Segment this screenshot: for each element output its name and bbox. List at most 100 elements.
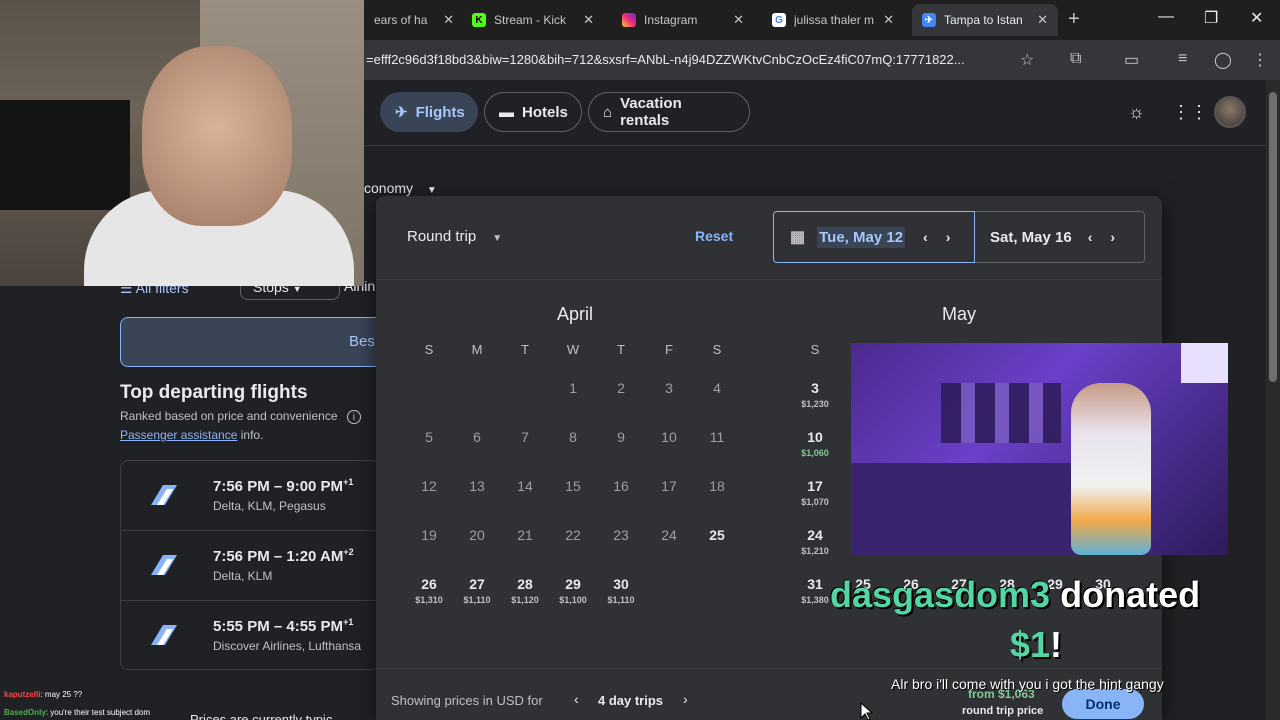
passenger-assistance-link[interactable]: Passenger assistance [120,428,237,442]
nav-hotels[interactable]: ▬ Hotels [484,92,582,132]
close-icon[interactable]: ✕ [883,12,894,28]
trip-length: 4 day trips [598,693,664,708]
calendar-day[interactable]: 1 [551,380,595,396]
close-icon[interactable]: ✕ [583,12,594,28]
calendar-day[interactable]: 28 $1,120 [503,576,547,605]
calendar-day[interactable]: 15 [551,478,595,494]
chevron-left-icon[interactable]: ‹ [574,691,579,707]
maximize-icon[interactable]: ❐ [1204,8,1218,28]
calendar-day[interactable]: 14 [503,478,547,494]
calendar-day[interactable]: 11 [695,429,739,445]
new-tab-icon[interactable]: + [1068,8,1080,31]
minimize-icon[interactable]: — [1158,8,1174,26]
day-number: 18 [709,478,725,494]
close-icon[interactable]: ✕ [733,12,744,28]
page-scrollbar[interactable] [1266,80,1280,720]
calendar-day[interactable]: 3 $1,230 [793,380,837,409]
calendar-day[interactable]: 24 $1,210 [793,527,837,556]
chevron-left-icon[interactable]: ‹ [923,229,928,245]
nav-flights[interactable]: ✈ Flights [380,92,478,132]
calendar-day[interactable]: 3 [647,380,691,396]
donation-amount: $1! [1010,624,1062,666]
calendar-day[interactable]: 19 [407,527,451,543]
browser-tab[interactable]: K Stream - Kick ✕ [462,6,604,34]
trip-type-select[interactable]: Round trip ▼ [407,228,502,245]
chevron-right-icon[interactable]: › [683,691,688,707]
departure-date-field[interactable]: ▦ Tue, May 12 ‹ › [773,211,975,263]
calendar-day[interactable]: 24 [647,527,691,543]
calendar-day[interactable]: 29 $1,100 [551,576,595,605]
day-number: 23 [613,527,629,543]
nav-vacation-rentals[interactable]: ⌂ Vacation rentals [588,92,750,132]
calendar-day[interactable]: 4 [695,380,739,396]
close-icon[interactable]: ✕ [1037,12,1048,28]
calendar-day[interactable]: 18 [695,478,739,494]
calendar-day[interactable]: 20 [455,527,499,543]
theme-toggle-icon[interactable]: ☼ [1128,102,1145,123]
cast-icon[interactable]: ▭ [1124,50,1139,70]
day-price: $1,110 [463,595,491,605]
calendar-day[interactable]: 21 [503,527,547,543]
calendar-day[interactable]: 12 [407,478,451,494]
day-number: 24 [661,527,677,543]
avatar[interactable] [1214,96,1246,128]
scrollbar-thumb[interactable] [1269,92,1277,382]
browser-tab[interactable]: G julissa thaler m ✕ [762,6,904,34]
chat-message: kaputzelli: may 25 ?? [4,690,82,699]
calendar-day[interactable]: 17 $1,070 [793,478,837,507]
donation-bang: ! [1050,624,1063,665]
calendar-day[interactable]: 16 [599,478,643,494]
ranked-note: Ranked based on price and convenience i [120,409,361,424]
apps-grid-icon[interactable]: ⋮⋮ [1172,102,1208,123]
calendar-day[interactable]: 23 [599,527,643,543]
calendar-day[interactable]: 2 [599,380,643,396]
chevron-left-icon[interactable]: ‹ [1088,229,1093,245]
reset-button[interactable]: Reset [695,228,733,244]
stream-chat: kaputzelli: may 25 ?? BasedOnly: you're … [0,688,376,720]
chevron-right-icon[interactable]: › [946,229,951,245]
media-icon[interactable]: ≡ [1178,50,1187,68]
calendar-day[interactable]: 17 [647,478,691,494]
return-date-field[interactable]: Sat, May 16 ‹ › [975,211,1145,263]
close-icon[interactable]: ✕ [443,12,454,28]
browser-tab[interactable]: Instagram ✕ [612,6,754,34]
calendar-day[interactable]: 13 [455,478,499,494]
calendar-day[interactable]: 22 [551,527,595,543]
nav-label: Hotels [522,103,568,121]
browser-tab[interactable]: ears of ha ✕ [364,6,464,34]
window-close-icon[interactable]: ✕ [1250,8,1263,28]
extensions-icon[interactable]: ⧉ [1070,50,1081,68]
flight-row[interactable]: 5:55 PM – 4:55 PM+1 Discover Airlines, L… [121,601,381,671]
cabin-class-select[interactable]: conomy ▼ [364,180,437,196]
calendar-day[interactable]: 6 [455,429,499,445]
trip-type-label: Round trip [407,228,477,245]
flight-time: 7:56 PM – 9:00 PM+1 [213,477,353,495]
calendar-day[interactable]: 10 [647,429,691,445]
calendar-day[interactable]: 8 [551,429,595,445]
menu-icon[interactable]: ⋮ [1252,50,1268,70]
flight-row[interactable]: 7:56 PM – 1:20 AM+2 Delta, KLM [121,531,381,601]
best-tab[interactable]: Bes [120,317,390,367]
calendar-day[interactable]: 5 [407,429,451,445]
tab-title: Tampa to Istan [944,13,1023,27]
star-icon[interactable]: ☆ [1020,50,1034,70]
browser-tab-active[interactable]: ✈ Tampa to Istan ✕ [912,4,1058,36]
home-icon: ⌂ [603,103,613,121]
calendar-day[interactable]: 7 [503,429,547,445]
chevron-right-icon[interactable]: › [1110,229,1115,245]
profile-icon[interactable]: ◯ [1214,50,1232,70]
flight-airlines: Delta, KLM, Pegasus [213,499,326,513]
calendar-day[interactable]: 9 [599,429,643,445]
flight-airlines: Discover Airlines, Lufthansa [213,639,362,653]
flight-row[interactable]: 7:56 PM – 9:00 PM+1 Delta, KLM, Pegasus [121,461,381,531]
info-icon[interactable]: i [346,410,361,424]
calendar-day[interactable]: 30 $1,110 [599,576,643,605]
done-button[interactable]: Done [1062,689,1144,719]
calendar-day[interactable]: 10 $1,060 [793,429,837,458]
url-field[interactable]: =efff2c96d3f18bd3&biw=1280&bih=712&sxsrf… [366,52,1006,67]
calendar-day[interactable]: 26 $1,310 [407,576,451,605]
calendar-day[interactable]: 27 $1,110 [455,576,499,605]
day-number: 19 [421,527,437,543]
day-number: 3 [665,380,673,396]
calendar-day[interactable]: 25 [695,527,739,543]
